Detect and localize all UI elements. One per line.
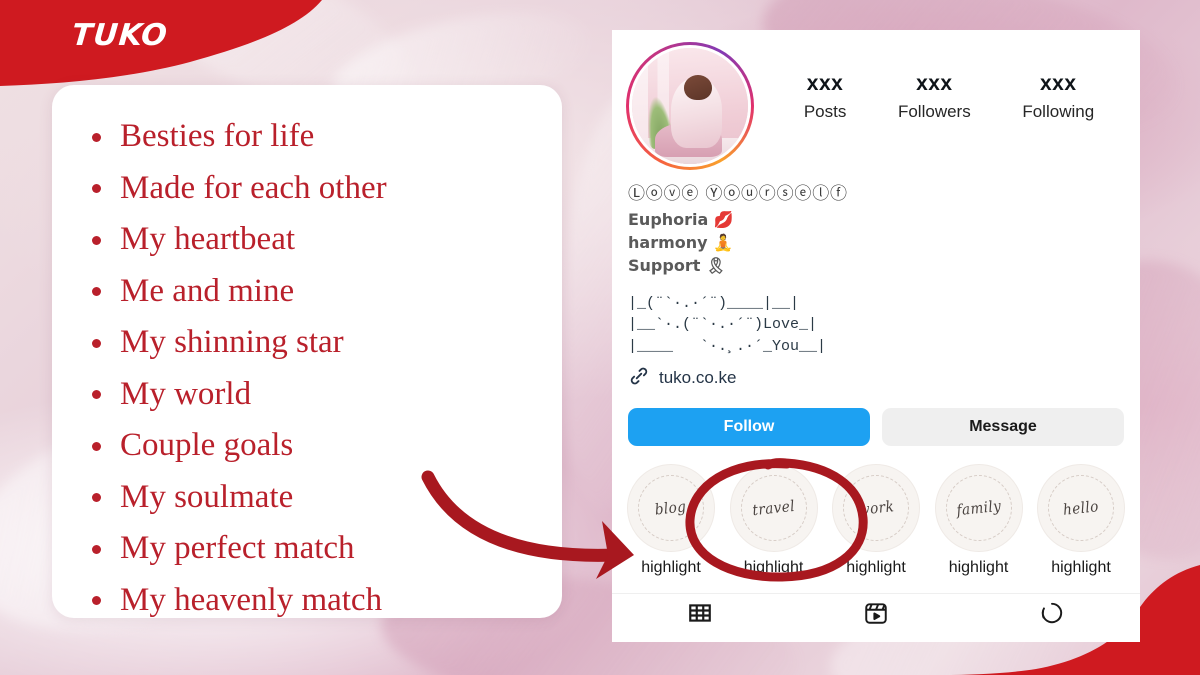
tagged-icon xyxy=(1039,600,1065,631)
avatar-image xyxy=(629,45,751,167)
highlight-travel[interactable]: travel highlight xyxy=(729,463,819,577)
list-item-label: Couple goals xyxy=(120,427,294,463)
highlight-family[interactable]: family highlight xyxy=(934,463,1024,577)
reels-icon xyxy=(863,600,889,631)
list-item-label: My heavenly match xyxy=(120,581,383,618)
bullet-icon xyxy=(92,596,101,606)
highlight-cover: work xyxy=(832,463,920,552)
highlight-cover: blog xyxy=(627,463,715,552)
stat-posts-label: Posts xyxy=(803,102,847,122)
highlight-cover-text: blog xyxy=(654,497,688,519)
profile-header: xxx Posts xxx Followers xxx Following xyxy=(612,30,1140,170)
highlight-cover: family xyxy=(934,463,1023,552)
bullet-icon xyxy=(92,441,101,451)
stat-followers-count: xxx xyxy=(916,72,953,95)
stat-following-label: Following xyxy=(1022,102,1095,122)
bio-display-name: Ⓛⓞⓥⓔ Ⓨⓞⓤⓡⓢⓔⓛⓕ xyxy=(628,184,848,204)
bio-ascii-art: |_(¨`·.·´¨)____|__| |__`·.(¨`·.·´¨)Love_… xyxy=(628,295,827,355)
list-item-label: My perfect match xyxy=(120,530,355,566)
bullet-icon xyxy=(92,544,101,554)
list-item: My world xyxy=(86,369,532,421)
highlight-cover: travel xyxy=(729,463,818,552)
bullet-icon xyxy=(92,132,101,142)
highlight-label: highlight xyxy=(846,558,906,576)
highlight-cover-text: hello xyxy=(1062,497,1100,519)
link-url: tuko.co.ke xyxy=(659,368,737,388)
highlight-hello[interactable]: hello highlight xyxy=(1036,463,1126,577)
stat-posts-count: xxx xyxy=(806,72,844,95)
profile-action-buttons: Follow Message xyxy=(612,392,1140,446)
list-item-label: Me and mine xyxy=(120,272,295,309)
highlight-label: highlight xyxy=(1051,558,1111,576)
list-item: My soulmate xyxy=(86,472,532,524)
highlight-cover: hello xyxy=(1037,463,1125,552)
bio-line-2: harmony 🧘 xyxy=(628,232,734,252)
stat-followers[interactable]: xxx Followers xyxy=(898,70,971,122)
follow-button[interactable]: Follow xyxy=(628,407,870,446)
bio-line-1: Euphoria 💋 xyxy=(628,209,734,229)
instagram-profile-panel: xxx Posts xxx Followers xxx Following Ⓛⓞ… xyxy=(612,30,1140,642)
bio-line-3: Support 🎗 xyxy=(628,255,727,275)
story-highlights: blog highlight travel highlight work hig… xyxy=(612,446,1140,577)
profile-bio: Ⓛⓞⓥⓔ Ⓨⓞⓤⓡⓢⓔⓛⓕ Euphoria 💋 harmony 🧘 Suppo… xyxy=(612,170,1140,357)
highlight-work[interactable]: work highlight xyxy=(831,463,921,577)
profile-stats: xxx Posts xxx Followers xxx Following xyxy=(754,42,1126,122)
highlight-label: highlight xyxy=(641,558,701,576)
grid-icon xyxy=(687,600,713,631)
bullet-icon xyxy=(92,287,101,297)
highlight-cover-text: family xyxy=(955,496,1002,520)
list-item-label: My shinning star xyxy=(120,324,344,360)
list-item: My heavenly match xyxy=(86,575,532,627)
highlight-blog[interactable]: blog highlight xyxy=(626,463,716,577)
bullet-icon xyxy=(92,390,101,400)
list-item-label: My world xyxy=(120,375,252,412)
stat-posts[interactable]: xxx Posts xyxy=(804,70,847,122)
ideas-list: Besties for life Made for each other My … xyxy=(86,111,532,626)
highlight-cover-text: travel xyxy=(751,496,796,520)
avatar[interactable] xyxy=(626,42,754,170)
list-item: My shinning star xyxy=(86,317,532,369)
list-item-label: My soulmate xyxy=(120,478,294,515)
bullet-icon xyxy=(92,338,101,348)
list-item: Made for each other xyxy=(86,163,532,215)
list-item-label: My heartbeat xyxy=(120,221,296,257)
list-item: Couple goals xyxy=(86,420,532,472)
message-button[interactable]: Message xyxy=(882,407,1124,446)
stat-followers-label: Followers xyxy=(897,102,971,122)
tab-tagged[interactable] xyxy=(964,594,1140,638)
list-item: My heartbeat xyxy=(86,214,532,266)
list-item: Besties for life xyxy=(86,111,532,163)
list-item-label: Besties for life xyxy=(120,118,315,154)
list-item: Me and mine xyxy=(86,266,532,318)
highlight-label: highlight xyxy=(948,558,1009,576)
highlight-label: highlight xyxy=(743,558,804,576)
profile-link[interactable]: tuko.co.ke xyxy=(612,357,1140,392)
list-item: My perfect match xyxy=(86,523,532,575)
tab-reels[interactable] xyxy=(788,594,964,638)
stat-following[interactable]: xxx Following xyxy=(1022,70,1094,122)
bullet-icon xyxy=(92,493,101,503)
avatar-hair xyxy=(684,74,713,101)
highlight-cover-text: work xyxy=(857,497,895,519)
bullet-icon xyxy=(92,184,101,194)
list-item-label: Made for each other xyxy=(120,169,387,206)
tuko-logo: TUKO xyxy=(70,18,170,53)
bullet-icon xyxy=(92,235,101,245)
stat-following-count: xxx xyxy=(1039,72,1077,95)
link-icon xyxy=(628,365,650,392)
ideas-list-card: Besties for life Made for each other My … xyxy=(52,85,562,618)
tab-grid[interactable] xyxy=(612,594,788,638)
profile-tabs xyxy=(612,592,1140,638)
